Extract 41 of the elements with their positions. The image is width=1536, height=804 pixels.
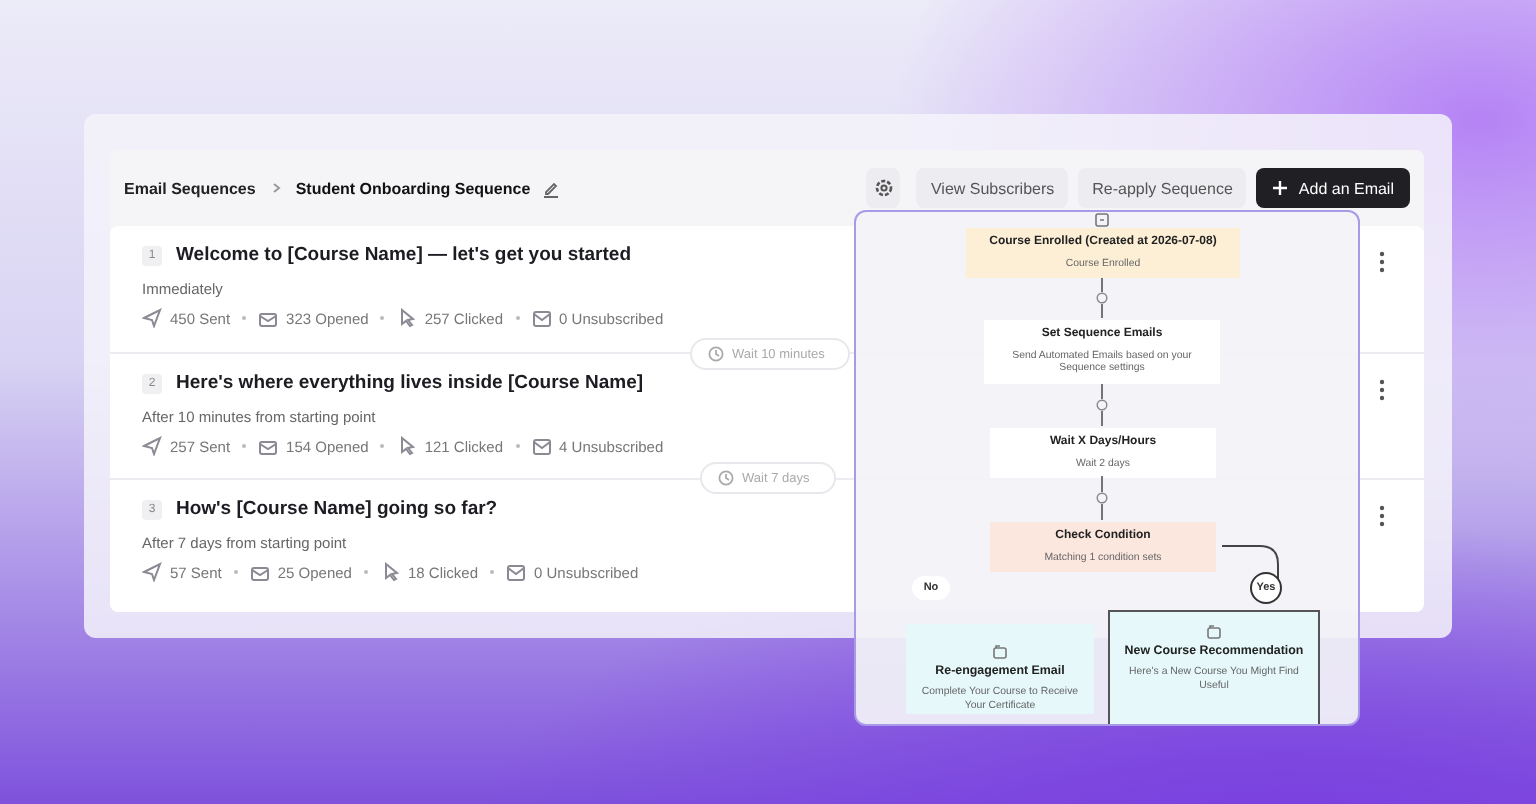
- send-icon: [142, 436, 162, 456]
- email-title[interactable]: Here's where everything lives inside [Course Name]: [176, 372, 644, 394]
- more-menu-icon[interactable]: [1378, 504, 1386, 528]
- separator-dot: [363, 570, 368, 574]
- toolbar-button[interactable]: View Subscribers: [916, 168, 1069, 208]
- email-title[interactable]: Welcome to [Course Name] — let's get you started: [176, 244, 631, 266]
- separator-dot: [515, 316, 520, 320]
- pointer-icon: [396, 308, 417, 328]
- connector-line: [1094, 276, 1110, 320]
- breadcrumb-item: Student Onboarding Sequence: [295, 179, 531, 197]
- mail-icon: [531, 436, 552, 456]
- plus-icon: [1272, 180, 1289, 196]
- email-title[interactable]: How's [Course Name] going so far?: [176, 498, 498, 520]
- pointer-icon: [379, 562, 400, 582]
- separator-dot: [242, 316, 247, 320]
- settings-button[interactable]: [866, 168, 901, 208]
- envelope-icon: [258, 308, 279, 328]
- more-menu-icon[interactable]: [1378, 250, 1386, 274]
- send-icon: [142, 308, 162, 328]
- separator-dot: [242, 444, 247, 448]
- connector-line: [1094, 474, 1110, 522]
- gear-icon: [873, 178, 894, 198]
- separator-dot: [380, 444, 385, 448]
- clock-icon: [708, 346, 724, 362]
- toolbar-button[interactable]: Re-apply Sequence: [1078, 168, 1247, 208]
- connector-line: [1094, 382, 1110, 428]
- mail-icon: [506, 562, 527, 582]
- separator-dot: [233, 570, 238, 574]
- envelope-icon: [249, 562, 270, 582]
- separator-dot: [380, 316, 385, 320]
- send-icon: [142, 562, 162, 582]
- pencil-icon[interactable]: [542, 179, 561, 197]
- breadcrumb-item[interactable]: Email Sequences: [124, 179, 256, 197]
- pointer-icon: [396, 436, 417, 456]
- clock-icon: [718, 470, 734, 486]
- separator-dot: [490, 570, 495, 574]
- envelope-icon: [258, 436, 279, 456]
- mail-icon: [531, 308, 552, 328]
- add-email-button[interactable]: Add an Email: [1256, 168, 1410, 208]
- separator-dot: [515, 444, 520, 448]
- more-menu-icon[interactable]: [1378, 378, 1386, 402]
